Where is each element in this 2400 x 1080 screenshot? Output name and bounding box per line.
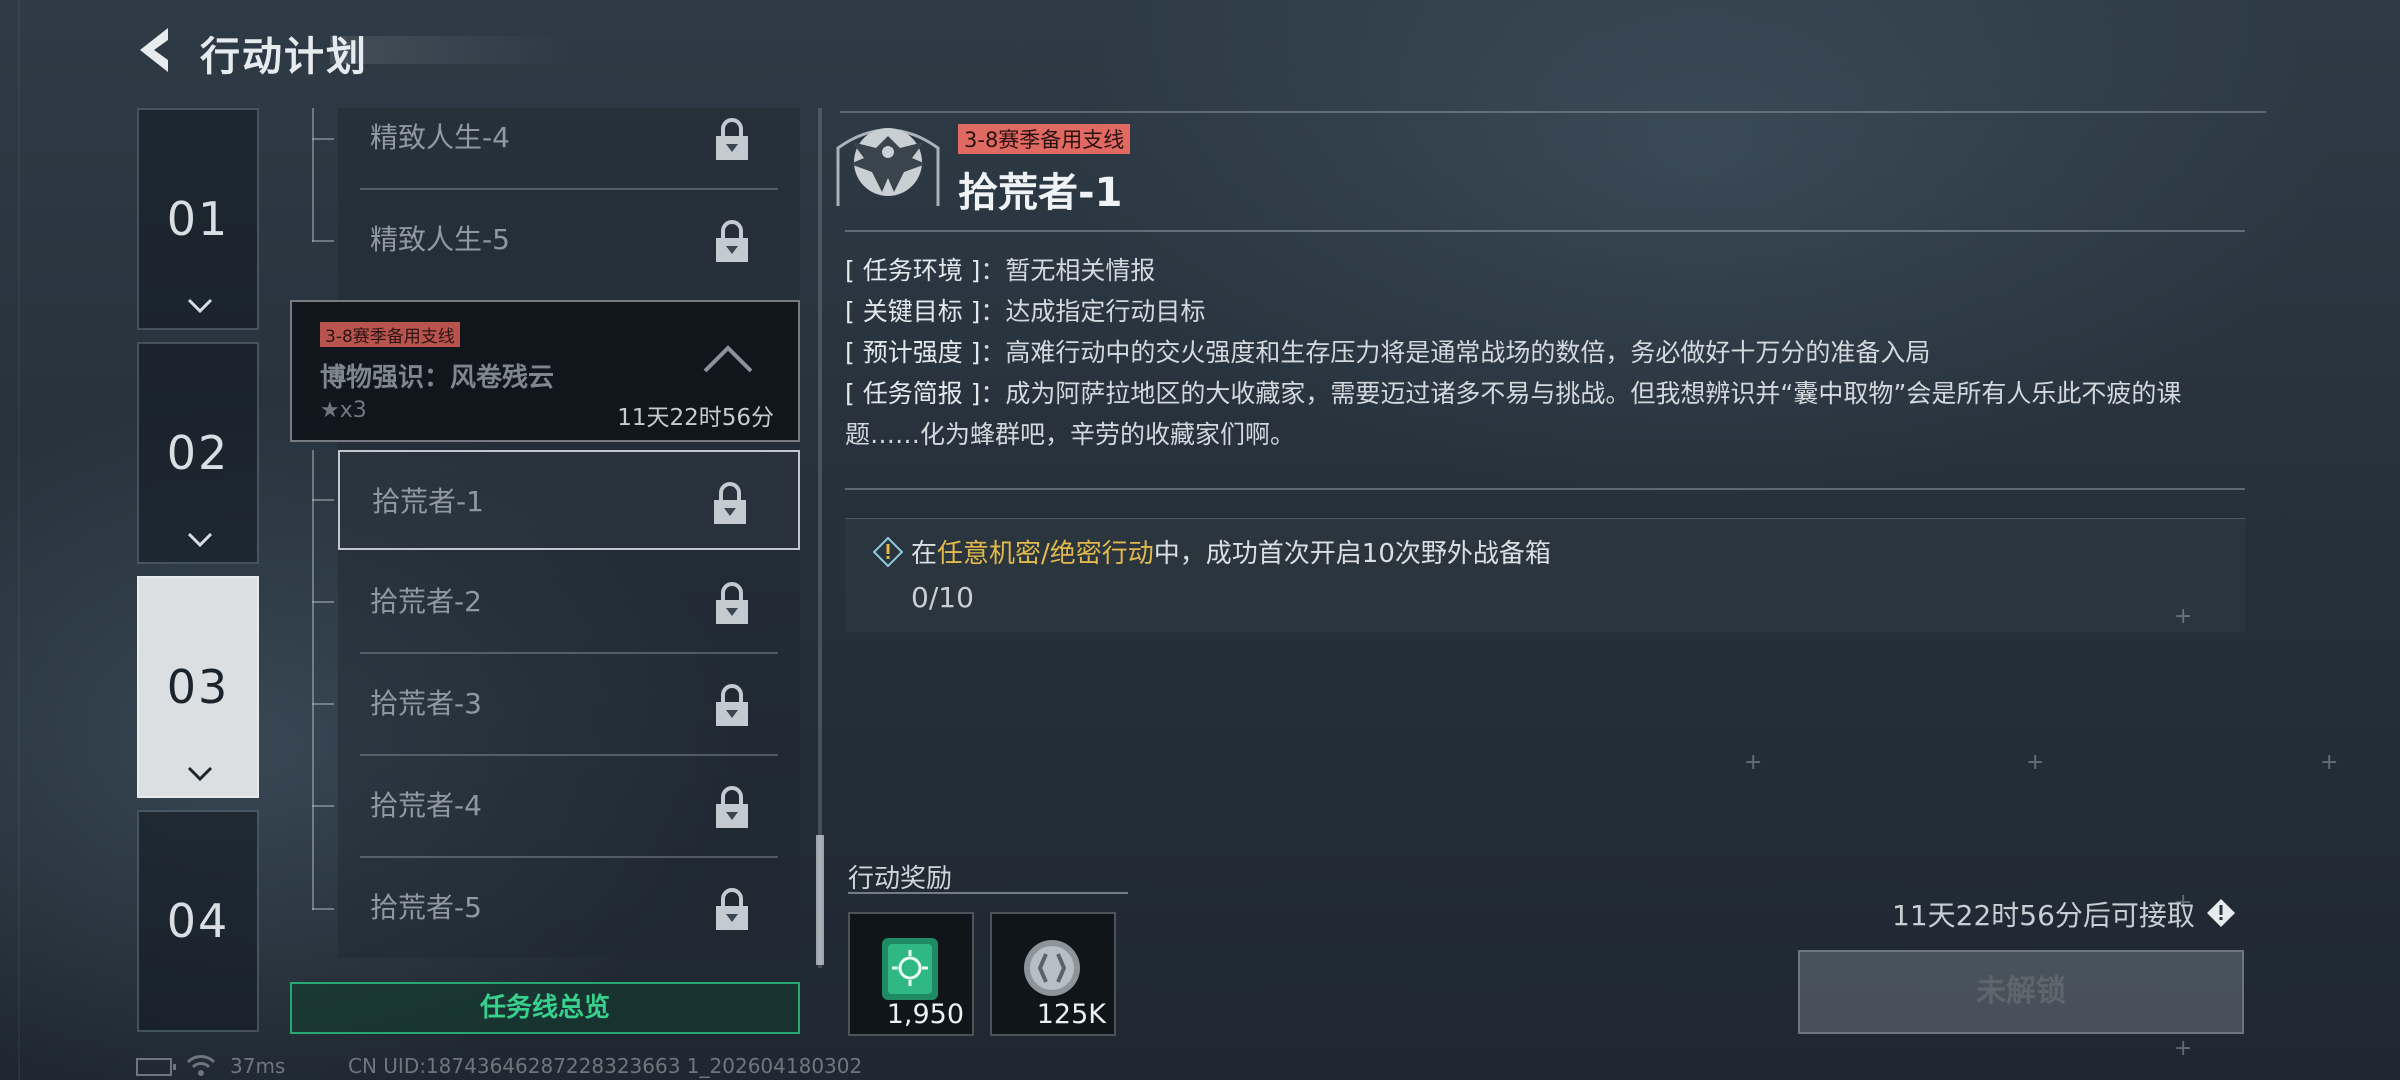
group-timer: 11天22时56分 (617, 405, 774, 431)
wifi-icon (186, 1055, 216, 1076)
lock-icon (716, 786, 748, 828)
chevron-up-icon[interactable] (702, 344, 754, 374)
briefing-summary: [ 任务简报 ]：成为阿萨拉地区的大收藏家，需要迈过诸多不易与挑战。但我想辨识并… (845, 379, 2182, 449)
reward-item[interactable]: 1,950 (848, 912, 974, 1036)
lock-icon (716, 582, 748, 624)
mission-row[interactable]: 精致人生-4 (338, 88, 800, 190)
lock-icon (716, 684, 748, 726)
divider (845, 488, 2245, 490)
star-count: ★x3 (320, 398, 367, 423)
mission-row[interactable]: 拾荒者-2 (338, 552, 800, 654)
briefing-env: [ 任务环境 ]：暂无相关情报 (845, 256, 1156, 285)
chevron-down-icon (187, 532, 213, 548)
mission-label: 拾荒者-3 (370, 687, 482, 720)
mission-title: 拾荒者-1 (958, 170, 1123, 216)
mission-label: 拾荒者-4 (370, 789, 482, 822)
chapter-tab-03[interactable]: 03 (137, 576, 259, 798)
chapter-tab-02[interactable]: 02 (137, 342, 259, 564)
chapter-tab-04[interactable]: 04 (137, 810, 259, 1032)
alert-diamond-icon (873, 537, 903, 567)
availability-text: 11天22时56分后可接取 (1892, 899, 2195, 932)
lock-icon (716, 220, 748, 262)
chevron-down-icon (187, 766, 213, 782)
frame-line (18, 0, 20, 1080)
rewards-label: 行动奖励 (848, 864, 953, 894)
mission-label: 精致人生-4 (370, 121, 510, 154)
scrollbar-thumb[interactable] (816, 835, 824, 965)
tree-line (312, 450, 314, 910)
mission-label: 拾荒者-1 (372, 485, 484, 518)
mission-briefing: [ 任务环境 ]：暂无相关情报 [ 关键目标 ]：达成指定行动目标 [ 预计强度… (845, 250, 2245, 455)
group-name: 博物强识：风卷残云 (320, 363, 555, 393)
reward-item[interactable]: 125K (990, 912, 1116, 1036)
questline-overview-button[interactable]: 任务线总览 (290, 982, 800, 1034)
lock-icon (716, 888, 748, 930)
objective-box: 在任意机密/绝密行动中，成功首次开启10次野外战备箱 0/10 (845, 518, 2245, 632)
chapter-tab-01[interactable]: 01 (137, 108, 259, 330)
mission-label: 精致人生-5 (370, 223, 510, 256)
lock-icon (714, 482, 746, 524)
silver-coin-icon (1024, 940, 1080, 996)
mission-row[interactable]: 拾荒者-4 (338, 756, 800, 858)
locked-accept-button[interactable]: 未解锁 (1798, 950, 2244, 1034)
objective-progress: 0/10 (911, 581, 974, 614)
reward-qty: 1,950 (886, 999, 964, 1030)
eagle-emblem-icon (836, 128, 940, 206)
mission-row[interactable]: 拾荒者-5 (338, 858, 800, 960)
mission-row-selected[interactable]: 拾荒者-1 (338, 450, 800, 550)
mission-group-card[interactable]: 3-8赛季备用支线 博物强识：风卷残云 ★x3 11天22时56分 (290, 300, 800, 442)
mission-row[interactable]: 精致人生-5 (338, 190, 800, 292)
season-tag: 3-8赛季备用支线 (958, 124, 1131, 154)
divider (840, 111, 2266, 113)
ping-text: 37ms (230, 1054, 286, 1078)
mission-row[interactable]: 拾荒者-3 (338, 654, 800, 756)
mission-label: 拾荒者-5 (370, 891, 482, 924)
chevron-down-icon (187, 298, 213, 314)
season-tag: 3-8赛季备用支线 (320, 322, 460, 347)
tree-line (312, 108, 314, 242)
back-arrow-icon[interactable] (132, 22, 182, 78)
lock-icon (716, 118, 748, 160)
green-chip-icon (882, 938, 938, 1000)
briefing-intensity: [ 预计强度 ]：高难行动中的交火强度和生存压力将是通常战场的数倍，务必做好十万… (845, 338, 1931, 367)
reward-qty: 125K (1036, 999, 1106, 1030)
info-diamond-icon[interactable] (2206, 898, 2236, 928)
divider (848, 892, 1128, 894)
page-title: 行动计划 (200, 34, 368, 80)
divider (845, 230, 2245, 232)
uid-text: CN UID:18743646287228323663 1_2026041803… (348, 1054, 863, 1078)
battery-icon (136, 1058, 176, 1076)
briefing-target: [ 关键目标 ]：达成指定行动目标 (845, 297, 1206, 326)
objective-text: 在任意机密/绝密行动中，成功首次开启10次野外战备箱 (911, 539, 1551, 569)
mission-label: 拾荒者-2 (370, 585, 482, 618)
